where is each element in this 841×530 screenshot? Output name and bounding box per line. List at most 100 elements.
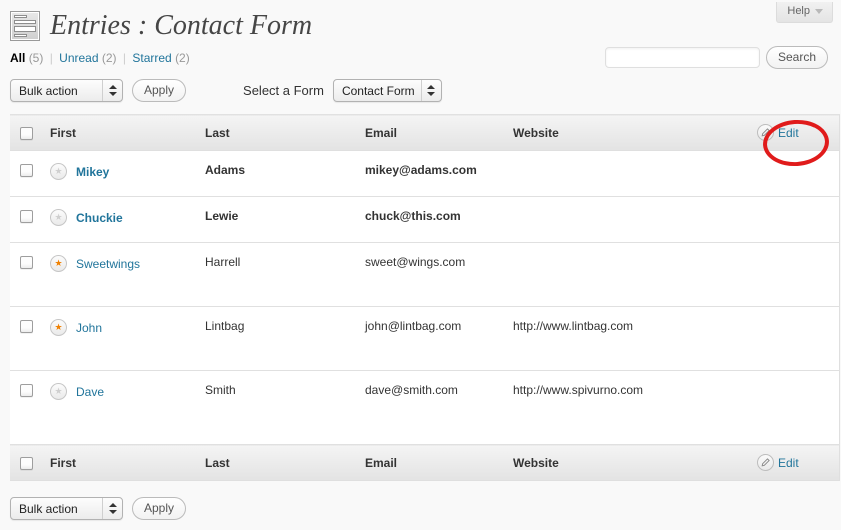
select-all-header [10,114,50,151]
cell-website [513,150,757,197]
cell-email-text: john@lintbag.com [365,319,462,333]
star-icon[interactable]: ★ [50,209,67,226]
row-select-cell [10,196,50,243]
edit-link-header[interactable]: Edit [757,124,799,141]
select-all-footer [10,444,50,481]
column-footer-email[interactable]: Email [365,444,513,481]
table-row: ★ Chuckie Lewie chuck@this.com [10,196,840,243]
select-arrows-icon [420,80,441,101]
entry-name-link[interactable]: John [76,321,102,335]
star-icon[interactable]: ★ [50,163,67,180]
apply-button-bottom[interactable]: Apply [132,497,187,520]
row-checkbox[interactable] [20,384,33,398]
search-area: Search [604,46,828,69]
search-input[interactable] [604,47,760,68]
edit-link-footer[interactable]: Edit [757,454,799,471]
edit-columns-footer: Edit [757,444,840,481]
cell-first: ★ Mikey [50,150,205,197]
filter-link-starred[interactable]: Starred [132,51,171,65]
bulk-action-select-bottom[interactable]: Bulk action [10,497,123,520]
table-body: ★ Mikey Adams mikey@adams.com ★ Chuckie Lewie c… [10,150,840,445]
entry-name-link[interactable]: Mikey [76,165,109,179]
cell-first: ★ Chuckie [50,196,205,243]
row-select-cell [10,370,50,445]
cell-email-text: dave@smith.com [365,383,458,397]
cell-website-text: http://www.spivurno.com [513,383,644,397]
entry-name-link[interactable]: Dave [76,385,104,399]
cell-email-text: mikey@adams.com [365,163,477,177]
cell-first: ★ Sweetwings [50,242,205,307]
column-header-first[interactable]: First [50,114,205,151]
cell-website [513,242,757,307]
edit-columns-header: Edit [757,114,840,151]
bulk-action-value-top: Bulk action [19,83,78,98]
column-footer-website[interactable]: Website [513,444,757,481]
pencil-icon [757,124,774,141]
entries-table: First Last Email Website Edit ★ Mikey Adam… [10,114,840,481]
cell-last-text: Adams [205,163,246,177]
cell-last-text: Harrell [205,255,241,269]
cell-last: Harrell [205,242,365,307]
select-arrows-icon [102,498,122,519]
filter-link-all[interactable]: All [10,51,25,65]
cell-last-text: Smith [205,383,236,397]
row-checkbox[interactable] [20,164,33,178]
cell-email: dave@smith.com [365,370,513,445]
apply-button-top[interactable]: Apply [132,79,187,102]
table-toolbar-bottom: Bulk action Apply [10,497,841,520]
row-select-cell [10,306,50,371]
filter-separator: | [122,51,127,65]
chevron-down-icon [815,9,823,14]
edit-link-footer-label: Edit [778,455,799,470]
table-row: ★ Dave Smith dave@smith.com http://www.spivu… [10,370,840,445]
bulk-action-select-top[interactable]: Bulk action [10,79,123,102]
row-checkbox[interactable] [20,320,33,334]
column-footer-first[interactable]: First [50,444,205,481]
star-icon[interactable]: ★ [50,319,67,336]
select-arrows-icon [102,80,122,101]
page-title: Entries : Contact Form [50,10,313,41]
cell-edit [757,242,840,307]
cell-edit [757,306,840,371]
cell-last: Smith [205,370,365,445]
row-select-cell [10,150,50,197]
select-all-checkbox[interactable] [20,126,33,140]
star-icon[interactable]: ★ [50,255,67,272]
star-icon[interactable]: ★ [50,383,67,400]
table-row: ★ John Lintbag john@lintbag.com http://www.l… [10,306,840,371]
form-select[interactable]: Contact Form [332,79,442,102]
column-header-website[interactable]: Website [513,114,757,151]
bulk-action-value-bottom: Bulk action [19,501,78,516]
column-footer-last[interactable]: Last [205,444,365,481]
cell-last: Lintbag [205,306,365,371]
filter-count-starred: (2) [175,51,190,65]
column-header-email[interactable]: Email [365,114,513,151]
row-checkbox[interactable] [20,210,33,224]
select-a-form-label: Select a Form [243,83,324,98]
cell-email-text: sweet@wings.com [365,255,466,269]
filter-link-unread[interactable]: Unread [59,51,98,65]
select-all-checkbox-footer[interactable] [20,456,33,470]
table-row: ★ Mikey Adams mikey@adams.com [10,150,840,197]
row-checkbox[interactable] [20,256,33,270]
help-button-label: Help [787,5,810,17]
search-button[interactable]: Search [765,46,828,69]
entry-name-link[interactable]: Chuckie [76,211,123,225]
filter-count-all: (5) [28,51,44,65]
cell-edit [757,370,840,445]
cell-edit [757,150,840,197]
table-header-row: First Last Email Website Edit [10,114,840,151]
form-select-value: Contact Form [341,83,415,98]
cell-last-text: Lewie [205,209,239,223]
edit-link-header-label: Edit [778,125,799,140]
column-header-last[interactable]: Last [205,114,365,151]
filter-count-unread: (2) [101,51,117,65]
cell-website-text: http://www.lintbag.com [513,319,634,333]
cell-last-text: Lintbag [205,319,245,333]
page-header: Entries : Contact Form [0,0,841,41]
cell-website: http://www.lintbag.com [513,306,757,371]
table-footer-row: First Last Email Website Edit [10,444,840,481]
filter-separator: | [49,51,53,65]
entry-name-link[interactable]: Sweetwings [76,257,140,271]
help-button[interactable]: Help [776,2,833,23]
